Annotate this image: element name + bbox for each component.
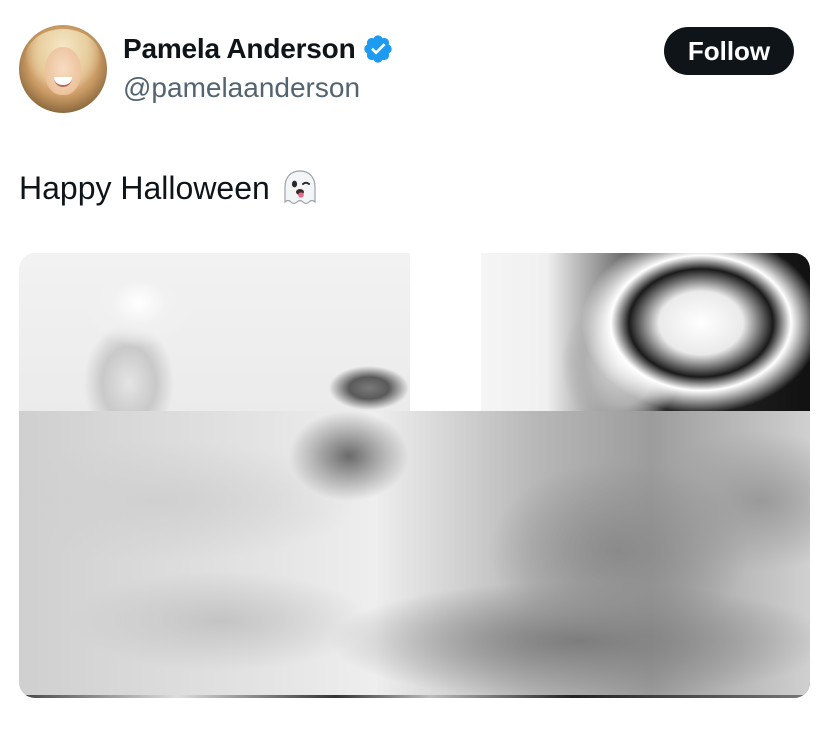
follow-button[interactable]: Follow: [664, 27, 794, 75]
tweet-text: Happy Halloween: [19, 169, 270, 206]
ghost-emoji-icon: [284, 170, 316, 205]
author-handle[interactable]: @pamelaanderson: [123, 72, 360, 104]
author-name-row: Pamela Anderson: [123, 33, 394, 65]
tweet-body: Happy Halloween: [19, 168, 320, 208]
tweet-media-grid[interactable]: [19, 253, 810, 698]
media-bottom-edge: [19, 695, 810, 698]
avatar-face: [45, 47, 81, 95]
author-avatar[interactable]: [19, 25, 107, 113]
author-display-name[interactable]: Pamela Anderson: [123, 33, 356, 65]
verified-badge-icon[interactable]: [362, 33, 394, 65]
media-blur-overlay: [19, 411, 810, 695]
